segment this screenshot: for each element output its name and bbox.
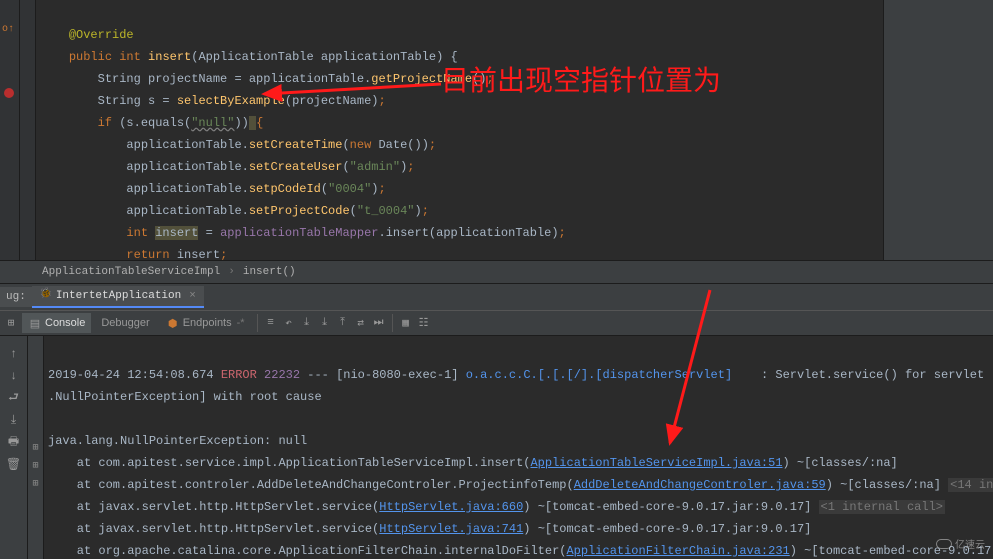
fold-icon[interactable]: ⊞ bbox=[28, 442, 43, 454]
breadcrumb[interactable]: ApplicationTableServiceImpl › insert() bbox=[0, 260, 993, 284]
fold-icon-2[interactable]: ⊞ bbox=[28, 460, 43, 472]
code-content[interactable]: @Override public int insert(ApplicationT… bbox=[36, 0, 883, 260]
tool-icon-8[interactable]: ▦ bbox=[399, 316, 413, 330]
run-tab-bar: ug: IntertetApplication × bbox=[0, 284, 993, 310]
fold-icon-3[interactable]: ⊞ bbox=[28, 478, 43, 490]
breadcrumb-method[interactable]: insert() bbox=[243, 266, 296, 278]
tool-icon-4[interactable]: ⤓ bbox=[318, 316, 332, 330]
editor-gutter: o↑ bbox=[0, 0, 20, 260]
console-icon: ▤ bbox=[28, 316, 42, 330]
soft-wrap-icon[interactable]: ⮐ bbox=[6, 390, 22, 406]
scroll-up-icon[interactable]: ↑ bbox=[6, 346, 22, 362]
breakpoint-marker[interactable] bbox=[4, 88, 14, 98]
run-config-tab[interactable]: IntertetApplication × bbox=[32, 286, 204, 308]
console-controls: ↑ ↓ ⮐ ⤓ 🖶 🗑 bbox=[0, 336, 28, 559]
debug-tool-label[interactable]: ug: bbox=[0, 287, 32, 307]
tool-icon-5[interactable]: ⤒ bbox=[336, 316, 350, 330]
tool-icon-7[interactable]: ⏭ bbox=[372, 316, 386, 330]
fold-region-2[interactable]: <1 internal call> bbox=[819, 500, 945, 514]
stacktrace-link-1[interactable]: ApplicationTableServiceImpl.java:51 bbox=[530, 456, 782, 470]
tool-icon-9[interactable]: ☷ bbox=[417, 316, 431, 330]
print-icon[interactable]: 🖶 bbox=[6, 434, 22, 450]
cloud-icon bbox=[936, 539, 952, 549]
console-gutter: ⊞ ⊞ ⊞ bbox=[28, 336, 44, 559]
fold-region-1[interactable]: <14 interna bbox=[948, 478, 993, 492]
watermark: 亿速云 bbox=[936, 536, 985, 551]
stacktrace-link-4[interactable]: HttpServlet.java:741 bbox=[379, 522, 523, 536]
editor-error-stripe[interactable] bbox=[883, 0, 993, 260]
scroll-end-icon[interactable]: ⤓ bbox=[6, 412, 22, 428]
scroll-down-icon[interactable]: ↓ bbox=[6, 368, 22, 384]
expand-icon[interactable]: ⊞ bbox=[4, 316, 18, 330]
endpoints-tab[interactable]: ⬢Endpoints-* bbox=[160, 313, 251, 333]
endpoints-icon: ⬢ bbox=[166, 316, 180, 330]
stacktrace-link-2[interactable]: AddDeleteAndChangeControler.java:59 bbox=[574, 478, 826, 492]
console-output[interactable]: 2019-04-24 12:54:08.674 ERROR 22232 --- … bbox=[44, 336, 993, 559]
editor-gutter-fold bbox=[20, 0, 36, 260]
stacktrace-link-5[interactable]: ApplicationFilterChain.java:231 bbox=[566, 544, 789, 558]
tool-icon-3[interactable]: ⤓ bbox=[300, 316, 314, 330]
tool-icon-6[interactable]: ⇄ bbox=[354, 316, 368, 330]
override-gutter-icon[interactable]: o↑ bbox=[2, 24, 14, 35]
clear-icon[interactable]: 🗑 bbox=[6, 456, 22, 472]
run-config-name: IntertetApplication bbox=[56, 290, 181, 302]
tool-icon-2[interactable]: ↶ bbox=[282, 316, 296, 330]
debug-icon bbox=[40, 290, 52, 302]
stacktrace-link-3[interactable]: HttpServlet.java:660 bbox=[379, 500, 523, 514]
breadcrumb-separator: › bbox=[228, 266, 235, 278]
annotation-override: @Override bbox=[69, 28, 134, 42]
tool-icon-1[interactable]: ≡ bbox=[264, 316, 278, 330]
debugger-tab[interactable]: Debugger bbox=[95, 314, 155, 332]
breadcrumb-class[interactable]: ApplicationTableServiceImpl bbox=[42, 266, 220, 278]
debug-toolbar: ⊞ ▤Console Debugger ⬢Endpoints-* ≡ ↶ ⤓ ⤓… bbox=[0, 310, 993, 336]
code-editor[interactable]: o↑ @Override public int insert(Applicati… bbox=[0, 0, 993, 260]
close-tab-icon[interactable]: × bbox=[189, 290, 196, 302]
console-panel: ↑ ↓ ⮐ ⤓ 🖶 🗑 ⊞ ⊞ ⊞ 2019-04-24 12:54:08.67… bbox=[0, 336, 993, 559]
console-tab[interactable]: ▤Console bbox=[22, 313, 91, 333]
